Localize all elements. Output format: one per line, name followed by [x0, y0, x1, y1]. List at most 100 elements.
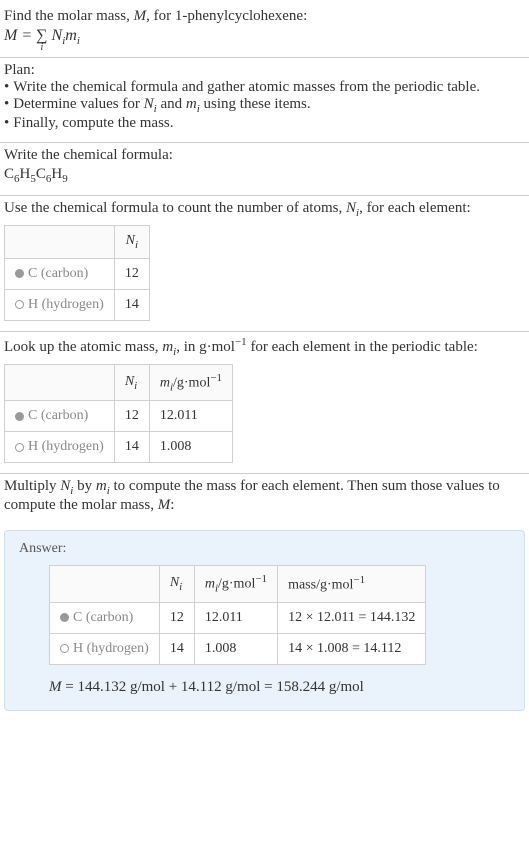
mass-table: Ni mi/g·mol−1 C (carbon) 12 12.011 H (hy… — [4, 364, 233, 463]
bullet-open-icon — [15, 300, 24, 309]
multiply-text: Multiply Ni by mi to compute the mass fo… — [4, 478, 525, 514]
table-row: H (hydrogen) 14 1.008 — [5, 432, 233, 463]
header-m: mi/g·mol−1 — [149, 364, 232, 400]
bullet-filled-icon — [60, 613, 69, 622]
ans-header-m-var: m — [205, 577, 215, 592]
var-m: m — [186, 96, 197, 112]
chem-formula: C6H5C6H9 — [4, 166, 525, 185]
intro-section: Find the molar mass, M, for 1-phenylcycl… — [0, 4, 529, 58]
elem-cell-h: H (hydrogen) — [5, 289, 115, 320]
bullet-open-icon — [15, 443, 24, 452]
bullet-open-icon — [60, 644, 69, 653]
chem-formula-section: Write the chemical formula: C6H5C6H9 — [0, 143, 529, 196]
plan-item-1-text: Write the chemical formula and gather at… — [13, 79, 480, 96]
header-n-sub: i — [135, 239, 138, 251]
header-m: mi/g·mol−1 — [194, 566, 277, 602]
answer-final: M = 144.132 g/mol + 14.112 g/mol = 158.2… — [49, 679, 510, 696]
plan-2-suf: using these items. — [200, 96, 311, 112]
elem-label: C (carbon) — [28, 408, 88, 423]
plan-item-2: •Determine values for Ni and mi using th… — [4, 96, 525, 115]
mass-section: Look up the atomic mass, mi, in g·mol−1 … — [0, 332, 529, 474]
bullet-dot: • — [4, 79, 9, 96]
elem-cell-c: C (carbon) — [5, 258, 115, 289]
plan-2-a: Determine values for — [13, 96, 143, 112]
formula-mm: m — [65, 27, 77, 44]
header-empty — [5, 364, 115, 400]
intro-line: Find the molar mass, M, for 1-phenylcycl… — [4, 8, 525, 25]
mult-p4: : — [170, 497, 174, 513]
plan-item-3-text: Finally, compute the mass. — [13, 115, 173, 132]
answer-title: Answer: — [19, 541, 510, 557]
intro-var-m: M — [134, 8, 147, 24]
table-row: C (carbon) 12 12.011 12 × 12.011 = 144.1… — [50, 602, 426, 633]
count-var-n: N — [346, 200, 356, 216]
mult-p1: Multiply — [4, 478, 60, 494]
answer-table: Ni mi/g·mol−1 mass/g·mol−1 C (carbon) 12… — [49, 565, 426, 664]
sum-symbol: ∑i — [36, 27, 47, 45]
count-table: Ni C (carbon) 12 H (hydrogen) 14 — [4, 225, 150, 321]
ans-header-n-sub: i — [179, 581, 182, 593]
table-header-row: Ni — [5, 226, 150, 259]
chem-c2: C — [36, 166, 46, 182]
ans-header-m-unit: /g·mol — [218, 577, 255, 592]
formula-n: N — [52, 27, 63, 44]
chem-c1: C — [4, 166, 14, 182]
header-n-var: N — [126, 233, 135, 248]
bullet-filled-icon — [15, 412, 24, 421]
formula-m-var: M — [4, 27, 17, 44]
mass-sup: −1 — [235, 336, 247, 348]
elem-cell-h: H (hydrogen) — [50, 633, 160, 664]
header-n-sub: i — [134, 380, 137, 392]
plan-item-1: •Write the chemical formula and gather a… — [4, 79, 525, 96]
final-m-var: M — [49, 679, 62, 695]
plan-section: Plan: •Write the chemical formula and ga… — [0, 58, 529, 143]
table-row: C (carbon) 12 — [5, 258, 150, 289]
elem-cell-c: C (carbon) — [5, 401, 115, 432]
count-text: Use the chemical formula to count the nu… — [4, 200, 525, 219]
elem-cell-h: H (hydrogen) — [5, 432, 115, 463]
chem-h1: H — [20, 166, 31, 182]
header-n: Ni — [114, 226, 149, 259]
table-row: H (hydrogen) 14 — [5, 289, 150, 320]
n-cell: 14 — [159, 633, 194, 664]
header-mass: mass/g·mol−1 — [278, 566, 426, 602]
table-row: H (hydrogen) 14 1.008 14 × 1.008 = 14.11… — [50, 633, 426, 664]
header-empty — [50, 566, 160, 602]
header-empty — [5, 226, 115, 259]
chem-formula-title: Write the chemical formula: — [4, 147, 525, 164]
answer-box: Answer: Ni mi/g·mol−1 mass/g·mol−1 C (ca… — [4, 530, 525, 710]
ans-header-mass-pre: mass/g·mol — [288, 578, 353, 593]
mass-cell: 14 × 1.008 = 14.112 — [278, 633, 426, 664]
mass-cell: 12 × 12.011 = 144.132 — [278, 602, 426, 633]
bullet-dot: • — [4, 115, 9, 132]
plan-title: Plan: — [4, 62, 525, 79]
plan-item-3: •Finally, compute the mass. — [4, 115, 525, 132]
ans-header-mass-sup: −1 — [353, 574, 365, 586]
count-section: Use the chemical formula to count the nu… — [0, 196, 529, 332]
elem-label: H (hydrogen) — [73, 641, 149, 656]
n-cell: 12 — [159, 602, 194, 633]
formula-m-sub: i — [77, 35, 80, 47]
header-m-sup: −1 — [210, 372, 222, 384]
sum-index: i — [40, 42, 43, 53]
n-cell: 14 — [114, 432, 149, 463]
plan-item-2-text: Determine values for Ni and mi using the… — [13, 96, 310, 115]
table-header-row: Ni mi/g·mol−1 — [5, 364, 233, 400]
bullet-filled-icon — [15, 269, 24, 278]
mass-mid: , in g·mol — [176, 339, 235, 355]
multiply-section: Multiply Ni by mi to compute the mass fo… — [0, 474, 529, 524]
header-n-var: N — [125, 374, 134, 389]
mult-m: m — [96, 478, 107, 494]
count-prefix: Use the chemical formula to count the nu… — [4, 200, 346, 216]
elem-label: C (carbon) — [28, 266, 88, 281]
chem-h2: H — [51, 166, 62, 182]
mult-n: N — [60, 478, 70, 494]
count-suffix: , for each element: — [359, 200, 471, 216]
table-header-row: Ni mi/g·mol−1 mass/g·mol−1 — [50, 566, 426, 602]
chem-s4: 9 — [62, 173, 68, 185]
header-n: Ni — [159, 566, 194, 602]
mass-text: Look up the atomic mass, mi, in g·mol−1 … — [4, 336, 525, 358]
n-cell: 12 — [114, 401, 149, 432]
formula: M = ∑i Nimi — [4, 27, 525, 47]
mult-p2: by — [73, 478, 96, 494]
